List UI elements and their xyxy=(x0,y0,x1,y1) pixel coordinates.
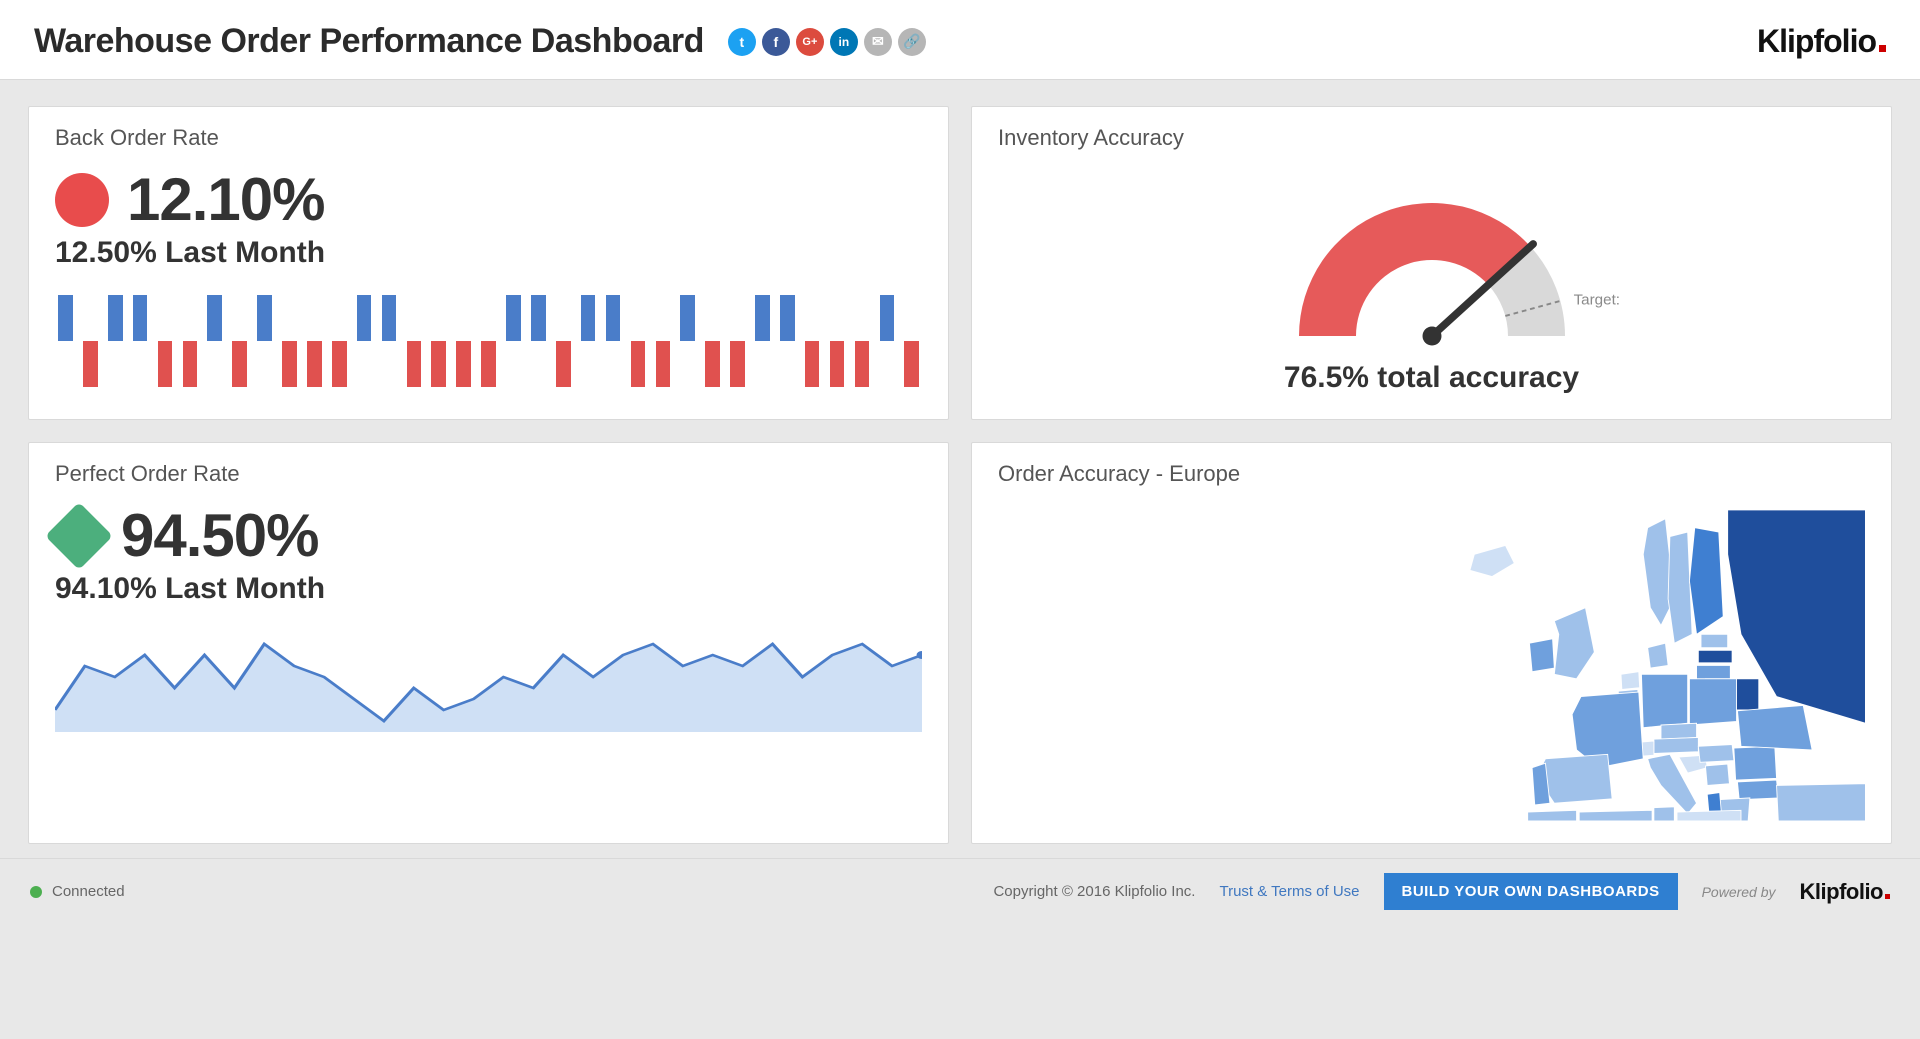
powered-by-text: Powered by xyxy=(1702,884,1776,900)
twitter-icon[interactable]: t xyxy=(728,28,756,56)
link-icon[interactable]: 🔗 xyxy=(898,28,926,56)
map-region[interactable]: Poland xyxy=(1689,679,1736,725)
page-title: Warehouse Order Performance Dashboard xyxy=(34,22,704,61)
brand-logo: Klipfolio xyxy=(1757,23,1886,60)
card-title: Back Order Rate xyxy=(55,125,922,151)
map-region[interactable]: Romania xyxy=(1733,746,1776,780)
terms-link[interactable]: Trust & Terms of Use xyxy=(1219,883,1359,900)
card-title: Order Accuracy - Europe xyxy=(998,461,1865,487)
facebook-icon[interactable]: f xyxy=(762,28,790,56)
map-region[interactable]: Netherlands xyxy=(1621,672,1640,690)
map-region[interactable]: Serbia xyxy=(1705,764,1729,785)
kpi-value: 94.50% xyxy=(121,501,319,570)
footer: Connected Copyright © 2016 Klipfolio Inc… xyxy=(0,858,1920,924)
kpi-value: 12.10% xyxy=(127,165,325,234)
spark-chart xyxy=(55,622,922,732)
map-region[interactable]: Lithuania xyxy=(1696,665,1730,678)
kpi-row: 12.10% xyxy=(55,165,922,234)
map-region[interactable]: Libya xyxy=(1677,810,1741,821)
map-region[interactable]: Germany xyxy=(1641,674,1687,727)
winloss-chart xyxy=(55,286,922,396)
card-title: Inventory Accuracy xyxy=(998,125,1865,151)
back-order-card: Back Order Rate 12.10% 12.50% Last Month xyxy=(28,106,949,420)
map-region[interactable]: Algeria xyxy=(1579,810,1652,821)
google-plus-icon[interactable]: G+ xyxy=(796,28,824,56)
dashboard-grid: Back Order Rate 12.10% 12.50% Last Month… xyxy=(0,80,1920,858)
share-row: t f G+ in ✉ 🔗 xyxy=(728,28,926,56)
map-region[interactable]: Estonia xyxy=(1701,634,1728,647)
map-region[interactable]: Finland xyxy=(1689,528,1723,635)
copyright-text: Copyright © 2016 Klipfolio Inc. xyxy=(993,883,1195,900)
cta-button[interactable]: BUILD YOUR OWN DASHBOARDS xyxy=(1384,873,1678,910)
map-region[interactable]: Turkey xyxy=(1776,784,1865,821)
map-region[interactable]: Ireland xyxy=(1529,639,1554,672)
europe-map: IcelandNorwaySwedenFinlandRussiaEstoniaL… xyxy=(998,501,1865,821)
map-region[interactable]: Morocco xyxy=(1527,810,1576,821)
map-region[interactable]: United Kingdom xyxy=(1554,608,1594,679)
map-region[interactable]: Sweden xyxy=(1668,532,1692,643)
status-dot-icon xyxy=(30,886,42,898)
gauge-chart: Target: 91.5% xyxy=(1242,165,1622,355)
map-region[interactable]: Ukraine xyxy=(1737,705,1812,749)
topbar-left: Warehouse Order Performance Dashboard t … xyxy=(34,22,926,61)
gauge-value-label: 76.5% total accuracy xyxy=(1284,361,1579,395)
card-title: Perfect Order Rate xyxy=(55,461,922,487)
map-region[interactable]: Czechia xyxy=(1661,723,1697,739)
map-region[interactable]: Hungary xyxy=(1698,745,1734,763)
powered-by-logo: Klipfolio xyxy=(1800,879,1890,905)
map-region[interactable]: Iceland xyxy=(1469,545,1513,576)
footer-right: Copyright © 2016 Klipfolio Inc. Trust & … xyxy=(993,873,1890,910)
gauge-holder: Target: 91.5% 76.5% total accuracy xyxy=(998,165,1865,395)
status-dot-icon xyxy=(55,173,109,227)
linkedin-icon[interactable]: in xyxy=(830,28,858,56)
kpi-subtext: 94.10% Last Month xyxy=(55,572,922,606)
kpi-subtext: 12.50% Last Month xyxy=(55,236,922,270)
svg-text:Target: 91.5%: Target: 91.5% xyxy=(1573,292,1621,309)
mail-icon[interactable]: ✉ xyxy=(864,28,892,56)
map-region[interactable]: Latvia xyxy=(1698,650,1732,662)
perfect-order-card: Perfect Order Rate 94.50% 94.10% Last Mo… xyxy=(28,442,949,844)
inventory-accuracy-card: Inventory Accuracy Target: 91.5% 76.5% t… xyxy=(971,106,1892,420)
map-region[interactable]: Denmark xyxy=(1647,643,1667,668)
connection-status: Connected xyxy=(30,883,125,900)
status-text: Connected xyxy=(52,883,125,900)
map-region[interactable]: Tunisia xyxy=(1653,807,1673,821)
order-accuracy-map-card: Order Accuracy - Europe IcelandNorwaySwe… xyxy=(971,442,1892,844)
status-diamond-icon xyxy=(45,502,113,570)
topbar: Warehouse Order Performance Dashboard t … xyxy=(0,0,1920,80)
kpi-row: 94.50% xyxy=(55,501,922,570)
map-region[interactable]: Austria xyxy=(1653,737,1697,753)
map-region[interactable]: Bulgaria xyxy=(1737,780,1778,800)
